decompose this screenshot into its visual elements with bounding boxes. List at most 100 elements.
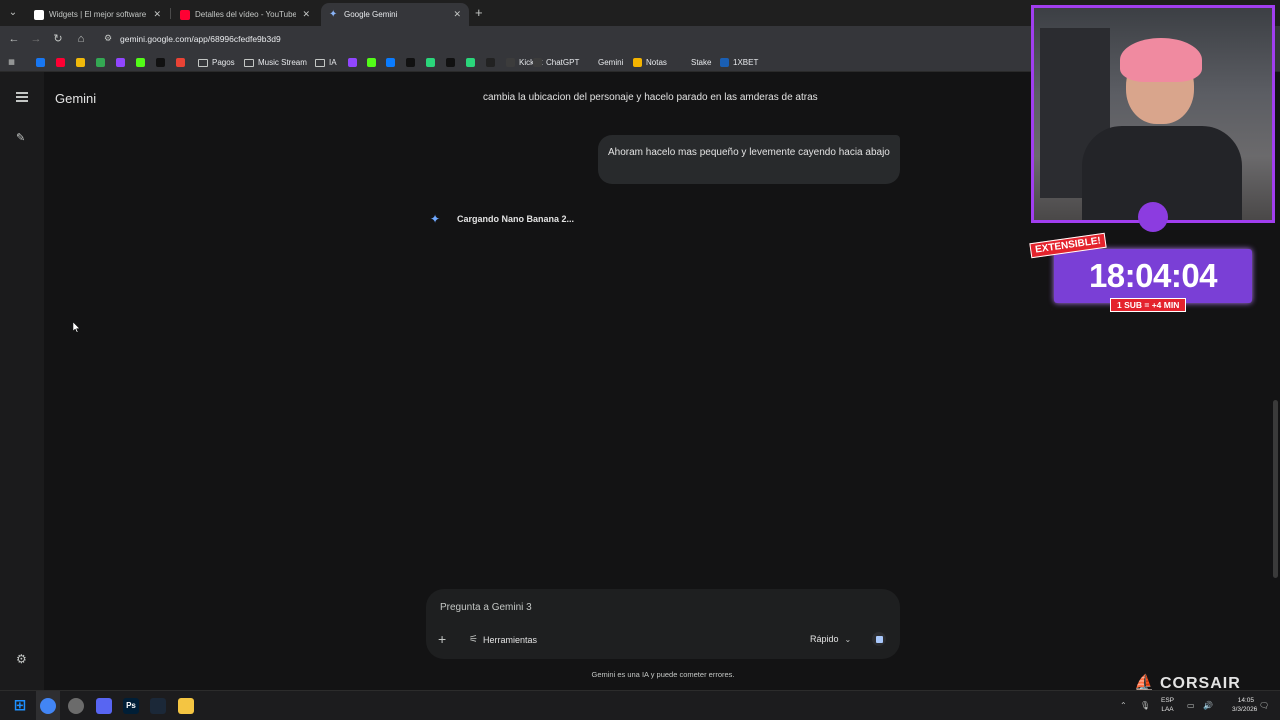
bookmark-item[interactable]: IA: [315, 56, 337, 69]
bookmark-item[interactable]: ChatGPT: [533, 56, 579, 69]
new-chat-icon[interactable]: ✎: [16, 131, 28, 144]
tab-widgets[interactable]: Widgets | El mejor software par ✕: [26, 3, 169, 26]
timer-sub-rule: 1 SUB = +4 MIN: [1110, 298, 1187, 312]
widgets-favicon-icon: [34, 9, 44, 20]
add-attachment-icon[interactable]: +: [438, 631, 446, 647]
bookmark-item[interactable]: [486, 56, 499, 69]
bookmark-item[interactable]: [446, 56, 459, 69]
network-icon[interactable]: ▭: [1187, 701, 1195, 710]
kicklet-icon: [506, 58, 515, 67]
bookmark-item[interactable]: [426, 56, 439, 69]
bookmark-item[interactable]: Notas: [633, 56, 667, 69]
stop-generation-button[interactable]: [872, 632, 886, 646]
folder-icon: [244, 58, 254, 67]
apps-grid-icon[interactable]: ▦: [7, 56, 20, 69]
timer-value: 18:04:04: [1088, 257, 1218, 294]
close-icon[interactable]: ✕: [453, 9, 461, 20]
system-clock[interactable]: 14:05 3/3/2026: [1232, 696, 1257, 714]
tab-search-icon[interactable]: ⌄: [6, 6, 20, 20]
bookmark-item[interactable]: Gemini: [585, 56, 623, 69]
clock-time: 14:05: [1237, 697, 1254, 704]
close-icon[interactable]: ✕: [302, 9, 310, 20]
youtube-favicon-icon: [180, 9, 190, 20]
app-icon: [486, 58, 495, 67]
bookmark-item[interactable]: [367, 56, 380, 69]
subathon-timer: 18:04:04: [1054, 249, 1252, 303]
model-loading-indicator: ✦ Cargando Nano Banana 2...: [430, 212, 574, 226]
settings-icon[interactable]: ⚙: [16, 653, 28, 665]
bookmark-item[interactable]: [156, 56, 169, 69]
url-text: gemini.google.com/app/68996cfedfe9b3d9: [120, 34, 281, 44]
home-icon[interactable]: ⌂: [74, 32, 88, 46]
bookmark-item[interactable]: Pagos: [198, 56, 235, 69]
chrome-icon[interactable]: [40, 698, 56, 714]
bookmark-item[interactable]: Music Stream: [244, 56, 307, 69]
prompt-input[interactable]: Pregunta a Gemini 3: [440, 602, 532, 613]
bookmark-label: Notas: [646, 58, 667, 67]
stake-icon: [678, 58, 687, 67]
bookmark-item[interactable]: [96, 56, 109, 69]
windows-icon[interactable]: ⊞: [12, 698, 28, 714]
bookmark-item[interactable]: [136, 56, 149, 69]
tab-youtube-studio[interactable]: Detalles del vídeo - YouTube St ✕: [172, 3, 318, 26]
page-scrollbar[interactable]: [1273, 400, 1278, 578]
tools-label: Herramientas: [482, 634, 537, 645]
bookmark-item[interactable]: [76, 56, 89, 69]
address-bar[interactable]: ⚙ gemini.google.com/app/68996cfedfe9b3d9: [98, 29, 1030, 50]
photoshop-icon[interactable]: Ps: [123, 698, 139, 714]
site-settings-icon[interactable]: ⚙: [104, 33, 114, 45]
notifications-icon[interactable]: 🗨: [1259, 701, 1269, 710]
chrome-alt-icon[interactable]: [68, 698, 84, 714]
bookmark-item[interactable]: 1XBET: [720, 56, 758, 69]
streamer-logo-icon: [1138, 202, 1168, 232]
volume-icon[interactable]: 🔊: [1203, 701, 1213, 710]
app-title: Gemini: [55, 91, 97, 106]
bookmark-item[interactable]: [348, 56, 361, 69]
tab-title: Google Gemini: [344, 10, 398, 19]
bookmark-item[interactable]: [406, 56, 419, 69]
gemini-sidebar: ✎ ⚙: [0, 72, 44, 690]
back-icon[interactable]: ←: [7, 32, 21, 46]
gemini-favicon-icon: ✦: [329, 8, 338, 20]
bookmark-item[interactable]: [116, 56, 129, 69]
model-mode-selector[interactable]: Rápido ⌄: [810, 634, 851, 644]
disclaimer-text: Gemini es una IA y puede cometer errores…: [591, 670, 735, 679]
bookmark-item[interactable]: [386, 56, 399, 69]
binance-icon: [76, 58, 85, 67]
twitch-icon: [116, 58, 125, 67]
menu-icon[interactable]: [16, 92, 28, 102]
file-explorer-icon[interactable]: [178, 698, 194, 714]
input-language[interactable]: ESP LAA: [1161, 696, 1174, 714]
new-tab-button[interactable]: +: [475, 5, 483, 20]
loading-text: Cargando Nano Banana 2...: [457, 214, 575, 224]
bookmark-item[interactable]: [466, 56, 479, 69]
bookmark-item[interactable]: Stake: [678, 56, 711, 69]
twitch-icon: [348, 58, 357, 67]
tools-button[interactable]: ⚟ Herramientas: [469, 634, 537, 645]
bookmark-item[interactable]: [56, 56, 69, 69]
language-region: LAA: [1161, 706, 1174, 713]
windows-taskbar: ⌃ 🎙 ESP LAA ▭ 🔊 14:05 3/3/2026 🗨 ⊞ Ps: [0, 690, 1280, 720]
tab-divider: [170, 8, 171, 19]
chatgpt-icon: [533, 58, 542, 67]
close-icon[interactable]: ✕: [153, 9, 161, 20]
reload-icon[interactable]: ↻: [51, 32, 65, 46]
tray-overflow-icon[interactable]: ⌃: [1120, 701, 1127, 710]
bookmark-item[interactable]: [36, 56, 49, 69]
bookmark-label: Stake: [691, 58, 712, 67]
gemini-spark-icon: ✦: [430, 212, 441, 226]
meta-icon: [386, 58, 395, 67]
mouse-cursor-icon: [73, 322, 80, 333]
microphone-icon[interactable]: 🎙: [1140, 701, 1150, 710]
tiktok-icon: [406, 58, 415, 67]
prompt-input-box[interactable]: Pregunta a Gemini 3 + ⚟ Herramientas Ráp…: [426, 589, 900, 659]
steam-icon[interactable]: [150, 698, 166, 714]
kick-icon: [136, 58, 145, 67]
app-icon: [466, 58, 475, 67]
bookmark-item[interactable]: [176, 56, 189, 69]
facebook-icon: [36, 58, 45, 67]
tab-google-gemini[interactable]: ✦ Google Gemini ✕: [321, 3, 469, 26]
previous-user-message: cambia la ubicacion del personaje y hace…: [483, 92, 818, 103]
discord-icon[interactable]: [96, 698, 112, 714]
forward-icon[interactable]: →: [29, 32, 43, 46]
